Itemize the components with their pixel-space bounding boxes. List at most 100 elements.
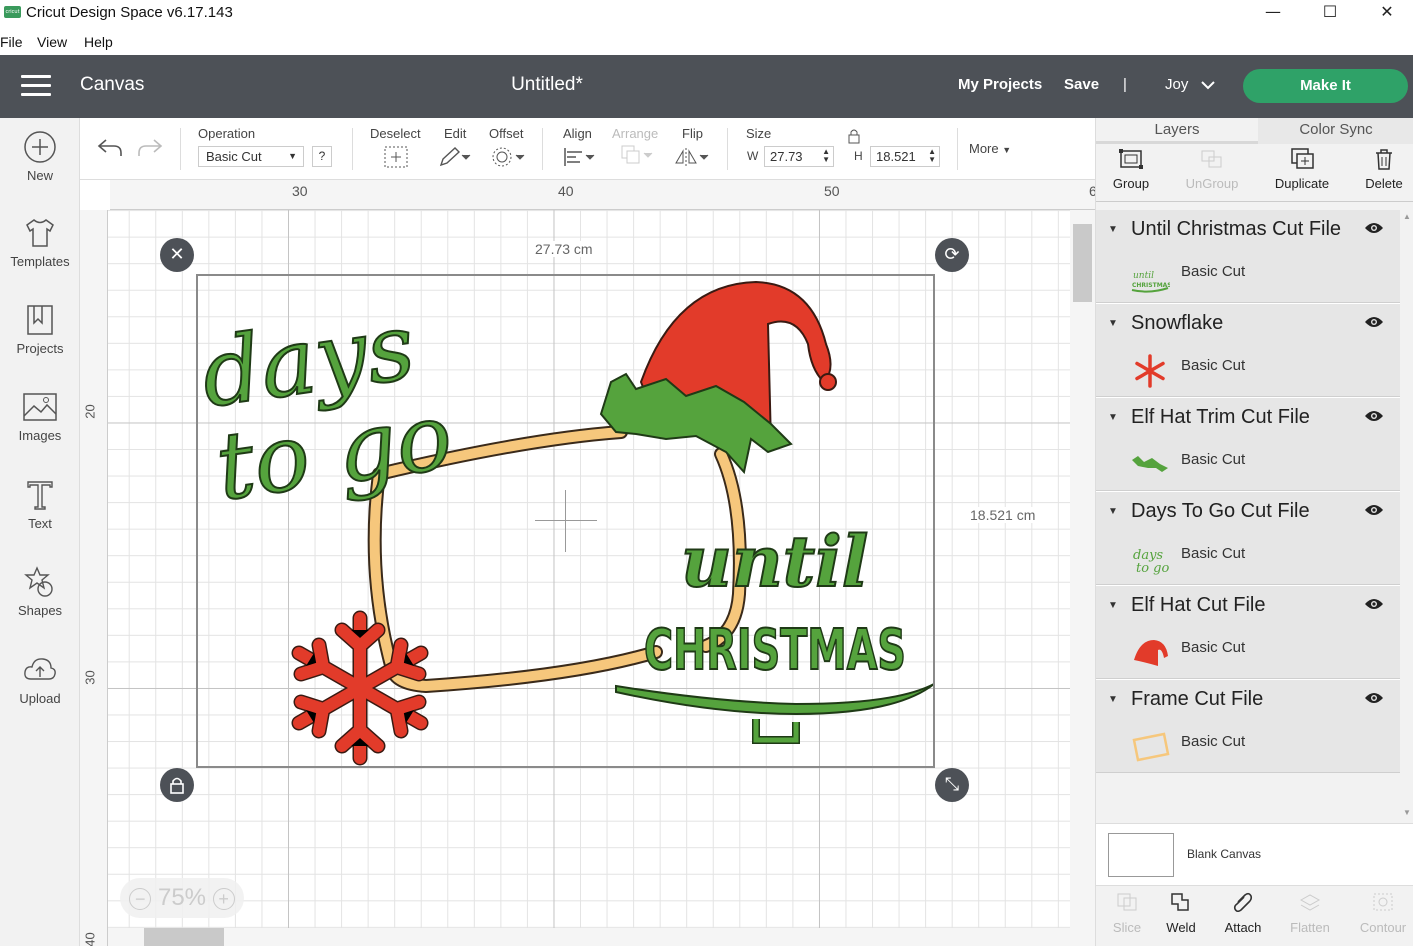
scroll-up-icon[interactable]: ▲ — [1403, 212, 1411, 221]
menu-view[interactable]: View — [37, 34, 67, 50]
spinner-icon[interactable]: ▲ ▼ — [822, 148, 830, 164]
eye-icon[interactable] — [1364, 503, 1384, 517]
horizontal-ruler: 30 40 50 6 — [110, 180, 1095, 210]
more-button[interactable]: More ▼ — [969, 141, 1011, 156]
eye-icon[interactable] — [1364, 597, 1384, 611]
shapes-icon — [24, 566, 53, 597]
scroll-down-icon[interactable]: ▼ — [1403, 808, 1411, 817]
layers-panel: Layers Color Sync Group UnGroup Duplicat… — [1095, 118, 1413, 946]
bottom-actions: Slice Weld Attach Flatten Contour — [1096, 885, 1413, 946]
sidebar-projects[interactable]: Projects — [0, 303, 80, 356]
redo-icon[interactable] — [136, 136, 164, 158]
chevron-down-icon[interactable] — [1200, 80, 1216, 90]
operation-select[interactable]: Basic Cut ▼ — [198, 146, 304, 167]
layer-operation: Basic Cut — [1181, 733, 1246, 750]
align-label: Align — [563, 126, 592, 141]
design-canvas[interactable]: 30 40 50 6 20 30 40 days to go until CHR… — [80, 180, 1095, 946]
sidebar-text[interactable]: Text — [0, 478, 80, 531]
layer-thumbnail — [1134, 640, 1168, 666]
scrollbar-thumb[interactable] — [1073, 224, 1092, 302]
flatten-button: Flatten — [1279, 892, 1341, 935]
ungroup-button: UnGroup — [1177, 148, 1247, 191]
close-window-button[interactable]: ✕ — [1358, 0, 1413, 26]
blank-canvas-swatch[interactable] — [1108, 833, 1174, 877]
sidebar-templates[interactable]: Templates — [0, 216, 80, 269]
height-input[interactable]: 18.521 ▲ ▼ — [870, 146, 940, 167]
sidebar-shapes[interactable]: Shapes — [0, 565, 80, 618]
minimize-button[interactable]: — — [1244, 0, 1302, 26]
vertical-ruler: 20 30 40 — [80, 210, 108, 946]
caret-down-icon[interactable]: ▼ — [1108, 318, 1118, 329]
eye-icon[interactable] — [1364, 691, 1384, 705]
title-bar: cricut Cricut Design Space v6.17.143 — ☐… — [0, 0, 1413, 30]
toolbar-separator — [957, 128, 958, 170]
ruler-h-tick: 30 — [292, 183, 308, 199]
sidebar-images[interactable]: Images — [0, 390, 80, 443]
svg-text:CHRISTMAS: CHRISTMAS — [1132, 282, 1170, 289]
layer-item[interactable]: ▼ Days To Go Cut File days to go Basic Cu… — [1096, 492, 1400, 585]
group-button[interactable]: Group — [1096, 148, 1166, 191]
duplicate-button[interactable]: Duplicate — [1267, 148, 1337, 191]
layer-item[interactable]: ▼ Frame Cut File Basic Cut — [1096, 680, 1400, 773]
caret-down-icon[interactable]: ▼ — [1108, 224, 1118, 235]
lock-handle-icon[interactable] — [160, 768, 194, 802]
zoom-level: 75% — [157, 884, 207, 911]
menu-help[interactable]: Help — [84, 34, 113, 50]
layer-item[interactable]: ▼ Until Christmas Cut File until CHRISTMA… — [1096, 210, 1400, 303]
sidebar-new[interactable]: New — [0, 130, 80, 183]
layer-item[interactable]: ▼ Snowflake Basic Cut — [1096, 304, 1400, 397]
vertical-scrollbar[interactable] — [1070, 210, 1095, 946]
undo-icon[interactable] — [96, 136, 124, 158]
svg-text:until: until — [1133, 271, 1154, 281]
tab-color-sync[interactable]: Color Sync — [1258, 118, 1413, 144]
offset-icon[interactable] — [492, 146, 526, 168]
my-projects-link[interactable]: My Projects — [958, 76, 1042, 93]
zoom-in-button[interactable]: + — [212, 887, 235, 910]
rotate-handle-icon[interactable]: ⟳ — [935, 238, 969, 272]
horizontal-scrollbar[interactable] — [108, 928, 1070, 946]
attach-button[interactable]: Attach — [1212, 892, 1274, 935]
operation-help-button[interactable]: ? — [312, 146, 332, 167]
layer-operation: Basic Cut — [1181, 639, 1246, 656]
caret-down-icon: ▼ — [288, 151, 297, 161]
layer-item[interactable]: ▼ Elf Hat Cut File Basic Cut — [1096, 586, 1400, 679]
tab-layers[interactable]: Layers — [1096, 118, 1258, 144]
center-crosshair-icon — [535, 490, 597, 552]
edit-pencil-icon[interactable] — [438, 146, 472, 168]
caret-down-icon[interactable]: ▼ — [1108, 412, 1118, 423]
make-it-button[interactable]: Make It — [1243, 69, 1408, 103]
delete-handle-icon[interactable]: ✕ — [160, 238, 194, 272]
spinner-icon[interactable]: ▲ ▼ — [928, 148, 936, 164]
weld-icon — [1171, 893, 1189, 911]
menu-file[interactable]: File — [0, 34, 23, 50]
layer-item[interactable]: ▼ Elf Hat Trim Cut File Basic Cut — [1096, 398, 1400, 491]
maximize-button[interactable]: ☐ — [1301, 0, 1359, 26]
user-menu[interactable]: Joy — [1165, 76, 1188, 93]
caret-down-icon[interactable]: ▼ — [1108, 600, 1118, 611]
contour-label: Contour — [1359, 920, 1407, 935]
ungroup-icon — [1201, 150, 1222, 168]
width-input[interactable]: 27.73 ▲ ▼ — [764, 146, 834, 167]
ungroup-label: UnGroup — [1185, 176, 1239, 191]
deselect-icon[interactable] — [384, 146, 408, 168]
align-icon[interactable] — [562, 146, 596, 168]
caret-down-icon[interactable]: ▼ — [1108, 506, 1118, 517]
resize-handle-icon[interactable]: ⤡ — [935, 768, 969, 802]
sidebar-upload[interactable]: Upload — [0, 653, 80, 706]
eye-icon[interactable] — [1364, 221, 1384, 235]
flip-icon[interactable] — [674, 146, 710, 168]
lock-icon[interactable] — [847, 128, 861, 144]
layers-scrollbar[interactable]: ▲ ▼ — [1400, 210, 1413, 822]
delete-button[interactable]: Delete — [1349, 148, 1413, 191]
scrollbar-thumb[interactable] — [144, 928, 224, 946]
weld-button[interactable]: Weld — [1150, 892, 1212, 935]
upload-icon — [24, 658, 56, 680]
blank-canvas-row[interactable]: Blank Canvas — [1096, 823, 1413, 885]
caret-down-icon[interactable]: ▼ — [1108, 694, 1118, 705]
eye-icon[interactable] — [1364, 409, 1384, 423]
save-button[interactable]: Save — [1064, 76, 1099, 93]
sidebar-new-label: New — [26, 168, 53, 183]
zoom-out-button[interactable]: − — [129, 887, 152, 910]
layer-name: Elf Hat Trim Cut File — [1131, 406, 1310, 428]
eye-icon[interactable] — [1364, 315, 1384, 329]
